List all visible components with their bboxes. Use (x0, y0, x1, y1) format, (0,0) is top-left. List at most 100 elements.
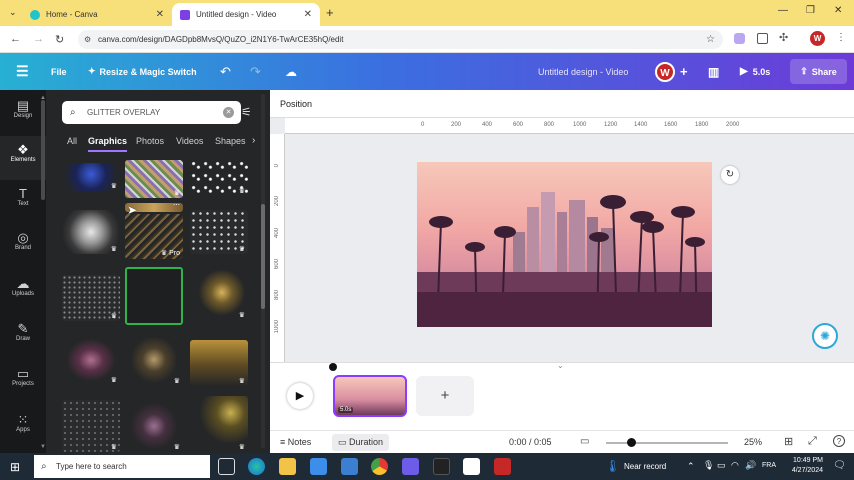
glitter-graphic-thumb[interactable]: ♛ (62, 275, 120, 321)
zoom-slider-thumb[interactable] (627, 438, 636, 447)
calculator-icon[interactable] (463, 458, 480, 475)
file-explorer-icon[interactable] (279, 458, 296, 475)
glitter-graphic-thumb[interactable]: ♛ (190, 270, 248, 320)
timeline-clip[interactable]: 5.0s (333, 375, 407, 417)
maximize-window-icon[interactable]: ❐ (806, 5, 815, 16)
glitter-graphic-thumb[interactable]: ♛ (125, 160, 183, 198)
extension-icon[interactable] (734, 33, 745, 44)
clock-date[interactable]: 4/27/2024 (787, 467, 823, 474)
profile-avatar[interactable]: W (810, 31, 825, 46)
rotate-refresh-icon[interactable]: ↻ (721, 166, 739, 184)
filter-tab-photos[interactable]: Photos (136, 136, 164, 146)
redo-icon[interactable]: ↷ (250, 53, 261, 90)
tab-home-canva[interactable]: Home - Canva ✕ (22, 3, 172, 26)
design-title[interactable]: Untitled design - Video (538, 53, 628, 90)
glitter-graphic-thumb[interactable]: ♛ (125, 338, 183, 386)
clock-time[interactable]: 10:49 PM (787, 457, 823, 464)
undo-icon[interactable]: ↶ (220, 53, 231, 90)
wifi-icon[interactable]: ◠ (731, 460, 739, 471)
glitter-graphic-thumb[interactable]: ♛ (62, 210, 120, 254)
rail-item-brand[interactable]: ◎ Brand (0, 224, 46, 268)
forward-arrow-icon[interactable]: → (33, 33, 44, 45)
rail-item-uploads[interactable]: ☁ Uploads (0, 270, 46, 314)
site-info-icon[interactable]: ⚙ (84, 30, 91, 49)
glitter-graphic-thumb[interactable]: ♛ (125, 400, 183, 452)
edge-browser-icon[interactable] (248, 458, 265, 475)
glitter-green-frame-thumb[interactable] (125, 267, 183, 325)
timeline-play-button[interactable]: ▶ (287, 383, 313, 409)
url-field[interactable]: ⚙ canva.com/design/DAGDpb8MvsQ/QuZO_i2N1… (78, 30, 723, 49)
weather-icon[interactable]: 🌡 (605, 459, 620, 473)
task-view-icon[interactable] (218, 458, 235, 475)
filter-tab-graphics[interactable]: Graphics (88, 136, 127, 146)
rail-item-projects[interactable]: ▭ Projects (0, 360, 46, 404)
weather-text[interactable]: Near record (624, 462, 666, 471)
network-icon[interactable]: ▭ (717, 460, 726, 471)
glitter-graphic-thumb[interactable]: ♛ (190, 210, 248, 254)
extensions-puzzle-icon[interactable]: ✣ (779, 31, 788, 44)
volume-icon[interactable]: 🔊 (745, 460, 756, 471)
tab-untitled-design[interactable]: Untitled design - Video ✕ (172, 3, 320, 26)
glitter-graphic-thumb[interactable]: ♛ (62, 400, 120, 452)
windows-start-icon[interactable]: ⊞ (10, 460, 20, 474)
microphone-icon[interactable]: 🎙 (703, 460, 714, 471)
bookmark-star-icon[interactable]: ☆ (706, 30, 715, 49)
glitter-graphic-thumb[interactable]: ♛ (190, 396, 248, 452)
chrome-profile-icon[interactable] (494, 458, 511, 475)
taskbar-search-field[interactable]: ⌕ Type here to search (34, 455, 210, 478)
menu-hamburger-icon[interactable]: ☰ (16, 53, 29, 90)
close-tab-icon[interactable]: ✕ (156, 9, 164, 20)
glitter-graphic-thumb[interactable]: ♛ (62, 163, 120, 191)
filter-tab-videos[interactable]: Videos (176, 136, 203, 146)
notes-button[interactable]: ≡ Notes (280, 437, 311, 447)
filter-sliders-icon[interactable]: ⚟ (241, 105, 252, 119)
add-collaborator-plus-icon[interactable]: + (680, 53, 688, 90)
glitter-graphic-thumb[interactable]: ♛ (190, 160, 248, 196)
filter-tab-shapes[interactable]: Shapes (215, 136, 246, 146)
file-menu-button[interactable]: File (51, 53, 67, 90)
duration-button[interactable]: ▭ Duration (332, 434, 390, 451)
app-icon[interactable] (433, 458, 450, 475)
glitter-swirl-thumb[interactable]: ♛ (62, 335, 120, 385)
language-indicator[interactable]: FRA (762, 462, 776, 469)
store-icon[interactable] (310, 458, 327, 475)
rail-item-text[interactable]: T Text (0, 180, 46, 224)
magic-assistant-icon[interactable]: ✺ (812, 323, 838, 349)
clear-search-icon[interactable]: ✕ (223, 107, 234, 118)
back-arrow-icon[interactable]: ← (10, 33, 21, 45)
play-preview-button[interactable]: ▶ 5.0s (740, 53, 770, 90)
timeline-collapse-chevron-icon[interactable]: ⌄ (557, 361, 564, 370)
app-icon[interactable] (402, 458, 419, 475)
tray-chevron-icon[interactable]: ⌃ (687, 461, 695, 472)
chrome-icon[interactable] (371, 458, 388, 475)
screen-capture-icon[interactable] (757, 33, 768, 44)
playhead-marker[interactable] (329, 363, 337, 371)
tabs-scroll-right-icon[interactable]: › (252, 135, 255, 146)
tab-list-chevron-icon[interactable]: ⌄ (9, 7, 17, 18)
add-page-plus-button[interactable]: + (416, 376, 474, 416)
glitter-gold-thumb[interactable]: ♛ (190, 340, 248, 386)
help-question-icon[interactable]: ? (833, 435, 845, 447)
more-options-icon[interactable]: ⋯ (173, 203, 180, 209)
analytics-chart-icon[interactable]: ▥ (708, 53, 719, 90)
position-button[interactable]: Position (280, 99, 312, 109)
resize-magic-switch-button[interactable]: ✦ Resize & Magic Switch (88, 53, 197, 90)
share-button[interactable]: ⇪ Share (790, 59, 847, 84)
reload-icon[interactable]: ↻ (55, 33, 64, 46)
cloud-saved-icon[interactable]: ☁ (285, 53, 297, 90)
filter-tab-all[interactable]: All (67, 136, 77, 146)
rail-item-draw[interactable]: ✎ Draw (0, 315, 46, 359)
page-view-icon[interactable]: ▭ (580, 436, 589, 447)
rail-scrollbar-thumb[interactable] (41, 100, 45, 200)
user-avatar[interactable]: W (655, 62, 675, 82)
zoom-slider-track[interactable] (606, 442, 728, 444)
search-input[interactable]: ⌕ GLITTER OVERLAY ✕ (62, 101, 241, 124)
glitter-pro-thumb[interactable]: ♛ Pro (125, 214, 183, 259)
rail-item-elements[interactable]: ❖ Elements (0, 136, 46, 180)
minimize-window-icon[interactable]: — (778, 5, 788, 16)
new-tab-plus-icon[interactable]: + (326, 5, 334, 20)
rail-scroll-down-icon[interactable]: ▼ (40, 444, 46, 450)
notifications-icon[interactable]: 🗨 (833, 460, 846, 471)
grid-view-icon[interactable]: ⊞ (784, 435, 793, 448)
zoom-level[interactable]: 25% (744, 437, 762, 447)
